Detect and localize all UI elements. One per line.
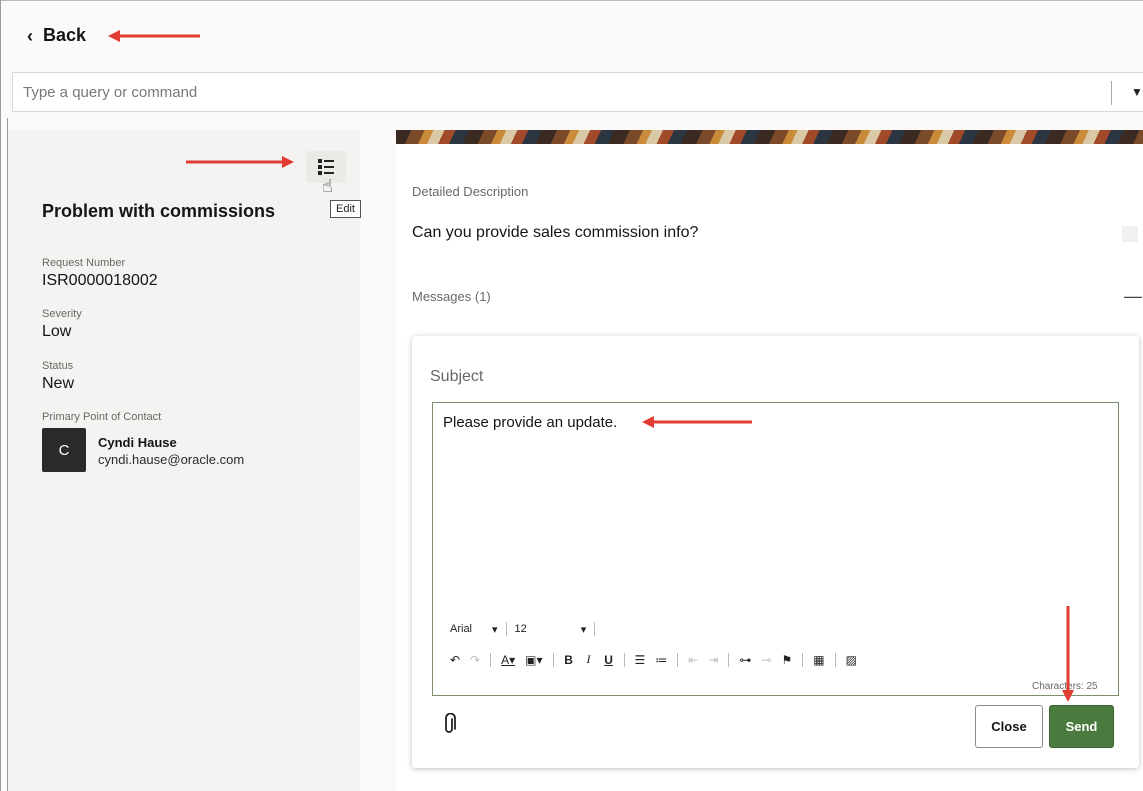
paperclip-icon[interactable] — [442, 712, 456, 741]
italic-icon[interactable]: I — [584, 652, 594, 667]
chevron-down-icon: ▾ — [492, 623, 498, 636]
close-button[interactable]: Close — [975, 705, 1043, 748]
indent-icon[interactable]: ⇥ — [708, 653, 718, 667]
text-color-icon[interactable]: A▾ — [501, 653, 515, 667]
paperclip-svg — [445, 712, 456, 733]
request-title: Problem with commissions — [42, 201, 276, 221]
field-label: Severity — [42, 308, 82, 320]
severity-value: Low — [42, 323, 72, 340]
font-size-select[interactable]: 12 ▾ — [515, 623, 587, 636]
redo-icon[interactable]: ↷ — [470, 653, 480, 667]
divider — [677, 652, 679, 667]
contact-name[interactable]: Cyndi Hause — [98, 435, 177, 450]
annotation-arrow-back — [108, 30, 200, 42]
request-number: ISR0000018002 — [42, 272, 158, 289]
unlink-icon[interactable]: ⊸ — [761, 653, 771, 667]
caret-down-icon[interactable]: ▼ — [1131, 85, 1143, 99]
flag-icon[interactable]: ⚑ — [781, 653, 792, 667]
detailed-description: Can you provide sales commission info? — [412, 224, 699, 241]
field-label: Primary Point of Contact — [42, 411, 162, 423]
font-size-value: 12 — [514, 623, 527, 635]
divider — [552, 652, 554, 667]
outdent-icon[interactable]: ⇤ — [688, 653, 698, 667]
divider — [623, 652, 625, 667]
edit-tooltip: Edit — [330, 200, 361, 218]
subject-label: Subject — [430, 368, 484, 385]
underline-icon[interactable]: U — [604, 653, 614, 667]
table-icon[interactable]: ▦ — [813, 653, 824, 667]
contact-email[interactable]: cyndi.hause@oracle.com — [98, 452, 244, 467]
undo-icon[interactable]: ↶ — [450, 653, 460, 667]
bold-icon[interactable]: B — [564, 653, 574, 667]
status-value: New — [42, 375, 75, 392]
field-label: Status — [42, 360, 74, 372]
field-label: Request Number — [42, 257, 126, 269]
image-icon[interactable]: ▨ — [846, 653, 857, 667]
collapse-messages-button[interactable]: — — [1124, 286, 1142, 307]
divider — [728, 652, 730, 667]
chevron-left-icon: ‹ — [27, 25, 33, 46]
link-icon[interactable]: ⊶ — [739, 653, 751, 667]
message-body[interactable]: Please provide an update. — [443, 414, 617, 431]
send-button[interactable]: Send — [1049, 705, 1114, 748]
list-edit-icon — [318, 159, 334, 175]
back-button[interactable]: ‹ Back — [27, 25, 86, 46]
back-label: Back — [43, 25, 87, 45]
font-family-select[interactable]: Arial ▾ — [450, 623, 498, 636]
divider — [505, 622, 507, 636]
divider — [834, 652, 836, 667]
annotation-arrow-send — [1062, 606, 1074, 702]
editor-format-toolbar: ↶ ↷ A▾ ▣▾ B I U ☰ ≔ ⇤ ⇥ ⊶ ⊸ ⚑ ▦ ▨ — [450, 652, 857, 667]
divider — [490, 652, 492, 667]
highlight-color-icon[interactable]: ▣▾ — [525, 653, 542, 667]
hand-cursor-icon: ☝ — [322, 176, 333, 196]
divider — [1111, 81, 1112, 105]
messages-label: Messages (1) — [412, 289, 491, 304]
command-bar: ▼ — [12, 72, 1143, 112]
search-input[interactable] — [13, 73, 1109, 111]
expand-placeholder — [1122, 226, 1138, 242]
bulleted-list-icon[interactable]: ☰ — [635, 653, 646, 667]
detailed-description-label: Detailed Description — [412, 184, 529, 199]
editor-font-toolbar: Arial ▾ 12 ▾ — [450, 622, 596, 636]
avatar: C — [42, 428, 86, 472]
annotation-arrow-edit — [186, 156, 294, 168]
numbered-list-icon[interactable]: ≔ — [655, 653, 667, 667]
font-family-value: Arial — [450, 623, 473, 635]
chevron-down-icon: ▾ — [580, 623, 587, 636]
annotation-arrow-body — [642, 416, 752, 428]
decorative-banner — [396, 130, 1143, 144]
divider — [802, 652, 804, 667]
divider — [594, 622, 596, 636]
